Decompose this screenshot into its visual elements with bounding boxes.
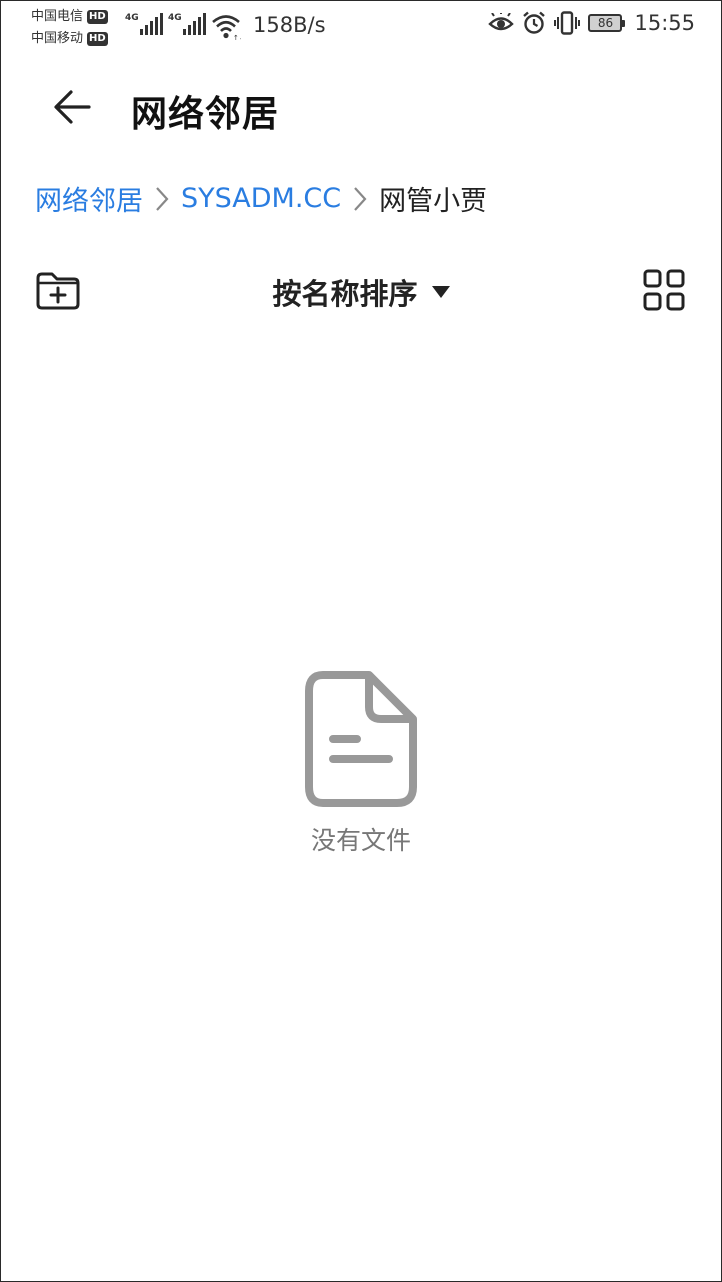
svg-text:↑↓: ↑↓ (233, 34, 241, 41)
new-folder-button[interactable] (35, 269, 81, 315)
sort-label: 按名称排序 (272, 277, 418, 311)
breadcrumb: 网络邻居 SYSADM.CC 网管小贾 (35, 179, 487, 218)
file-toolbar: 按名称排序 (1, 263, 721, 323)
empty-state-message: 没有文件 (310, 826, 411, 855)
signal-strength-icon-2: 4G (168, 13, 206, 35)
chevron-right-icon (155, 186, 169, 212)
grid-view-icon (643, 269, 685, 315)
status-clock: 15:55 (634, 11, 695, 35)
status-bar: 中国电信 HD 中国移动 HD 4G 4G ↑↓ 158B (1, 1, 721, 53)
status-icons: 86 15:55 (488, 11, 695, 35)
title-bar: 网络邻居 (1, 71, 721, 143)
eye-comfort-icon (488, 13, 515, 33)
caret-down-icon (431, 283, 450, 302)
carrier-name-1: 中国电信 (31, 9, 84, 24)
back-arrow-icon (53, 87, 93, 131)
folder-add-icon (35, 272, 81, 315)
network-type-1: 4G (125, 13, 139, 23)
breadcrumb-item-host[interactable]: SYSADM.CC (181, 183, 341, 214)
hd-badge-1: HD (87, 10, 108, 24)
battery-icon: 86 (588, 14, 626, 32)
wifi-icon: ↑↓ (211, 13, 245, 45)
chevron-right-icon (353, 186, 367, 212)
carrier-row-2: 中国移动 HD (31, 28, 108, 50)
sort-dropdown[interactable]: 按名称排序 (261, 271, 461, 313)
app-screen: 中国电信 HD 中国移动 HD 4G 4G ↑↓ 158B (0, 0, 722, 1282)
carrier-info: 中国电信 HD 中国移动 HD (31, 6, 108, 50)
breadcrumb-item-network[interactable]: 网络邻居 (35, 179, 143, 218)
back-button[interactable] (45, 81, 101, 137)
hd-badge-2: HD (87, 32, 108, 46)
vibrate-icon (554, 11, 581, 35)
battery-level: 86 (597, 16, 614, 30)
empty-file-icon (305, 671, 417, 811)
signal-strength-icon-1: 4G (125, 13, 163, 35)
empty-state: 没有文件 (1, 671, 721, 857)
network-speed: 158B/s (253, 13, 326, 37)
carrier-row-1: 中国电信 HD (31, 6, 108, 28)
alarm-icon (522, 11, 546, 35)
breadcrumb-item-current: 网管小贾 (379, 186, 488, 217)
carrier-name-2: 中国移动 (31, 31, 84, 46)
network-type-2: 4G (168, 13, 182, 23)
grid-view-button[interactable] (643, 269, 685, 315)
page-title: 网络邻居 (131, 94, 280, 135)
